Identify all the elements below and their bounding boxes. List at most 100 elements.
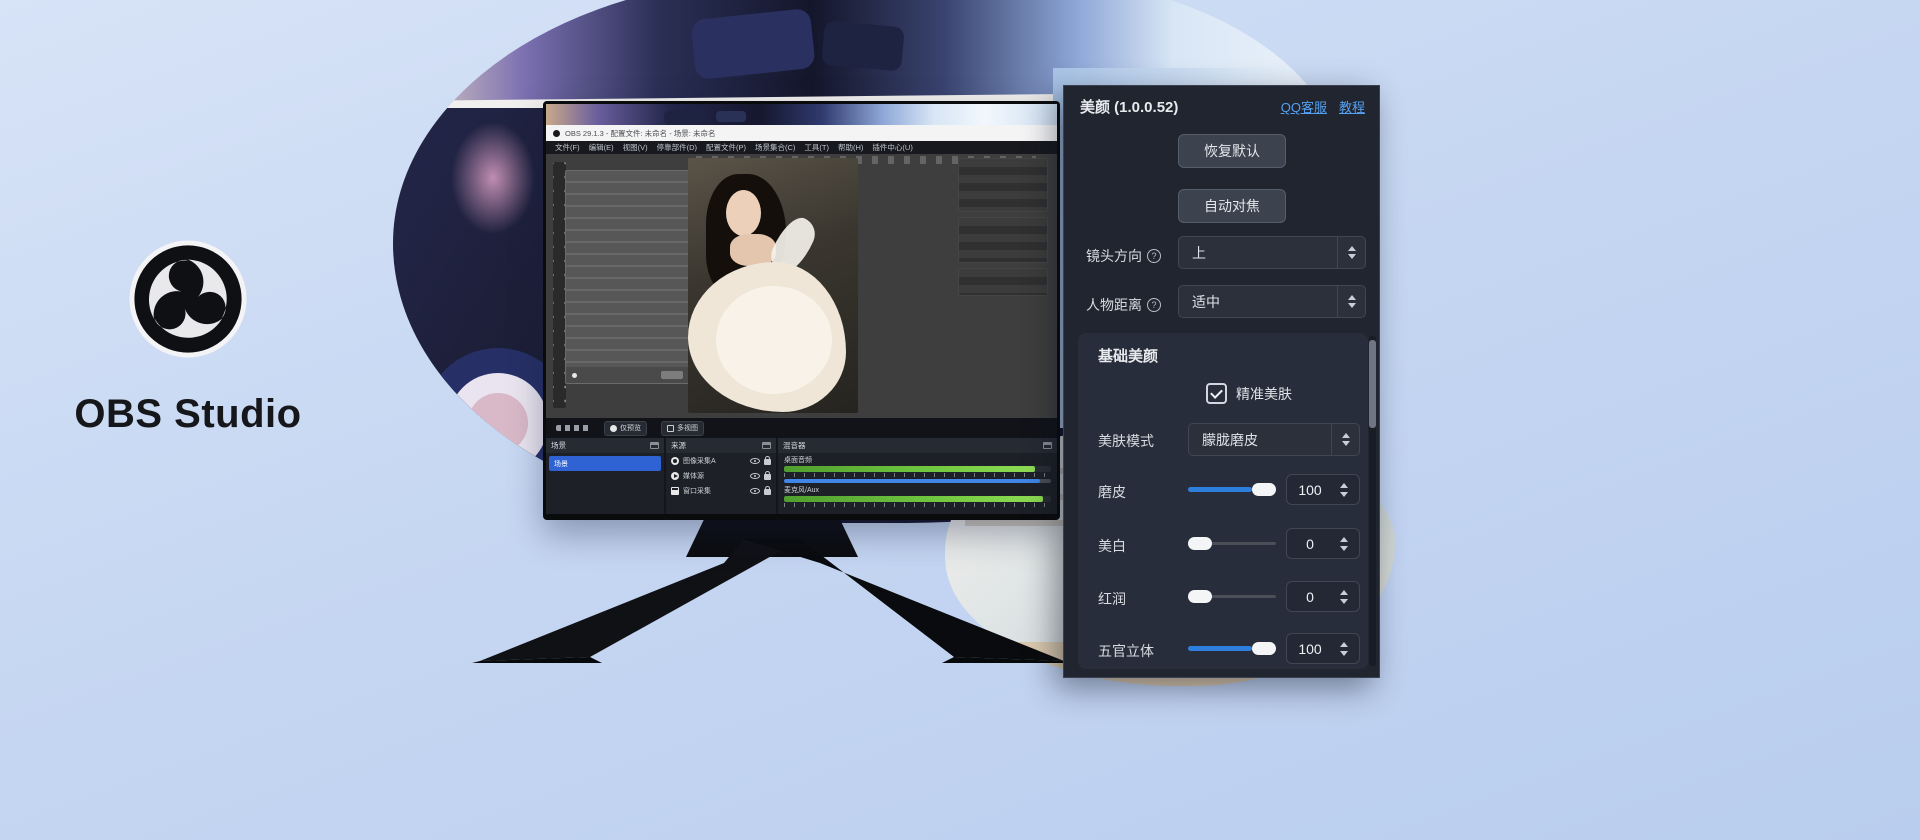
- menu-help[interactable]: 帮助(H): [838, 142, 863, 153]
- whitening-slider[interactable]: [1188, 537, 1276, 550]
- editor-panel[interactable]: [958, 158, 1048, 212]
- source-item[interactable]: 图像采集A: [666, 453, 776, 468]
- basic-beauty-section: 基础美颜 精准美肤 美肤模式 朦胧磨皮 磨皮 100 美白 0 红润: [1078, 333, 1368, 669]
- obs-brand-name: OBS Studio: [48, 392, 328, 437]
- smooth-skin-value-box[interactable]: 100: [1286, 474, 1360, 505]
- chip-label: 仅预览: [620, 423, 641, 433]
- preview-only-toggle[interactable]: 仅预览: [604, 421, 647, 436]
- visibility-eye-icon[interactable]: [750, 473, 760, 479]
- person-distance-select[interactable]: 适中: [1178, 285, 1366, 318]
- face-3d-value-box[interactable]: 100: [1286, 633, 1360, 664]
- stepper-down-icon[interactable]: [1340, 651, 1348, 656]
- stepper-up-icon[interactable]: [1340, 642, 1348, 647]
- chip-label: 多视图: [677, 423, 698, 433]
- smooth-skin-value: 100: [1287, 482, 1333, 498]
- obs-branding: OBS Studio: [48, 240, 328, 450]
- source-name: 窗口采集: [683, 486, 746, 496]
- skin-mode-value: 朦胧磨皮: [1189, 430, 1331, 450]
- whitening-value-box[interactable]: 0: [1286, 528, 1360, 559]
- monitor-stand: [462, 511, 1082, 663]
- source-name: 图像采集A: [683, 456, 746, 466]
- volume-slider[interactable]: [784, 479, 1051, 483]
- restore-defaults-button[interactable]: 恢复默认: [1178, 134, 1286, 168]
- rosy-slider[interactable]: [1188, 590, 1276, 603]
- basic-beauty-title: 基础美颜: [1098, 345, 1158, 366]
- tutorial-link[interactable]: 教程: [1339, 97, 1365, 116]
- scrollbar-thumb[interactable]: [1369, 340, 1376, 428]
- chevron-up-icon[interactable]: [1348, 295, 1356, 300]
- face-3d-slider[interactable]: [1188, 642, 1276, 655]
- precise-skin-checkbox[interactable]: [1206, 383, 1227, 404]
- number-stepper[interactable]: [1333, 483, 1359, 497]
- editor-panel[interactable]: [958, 268, 1048, 296]
- source-item[interactable]: 窗口采集: [666, 483, 776, 498]
- panel-options-icon[interactable]: [762, 442, 771, 449]
- stepper-up-icon[interactable]: [1340, 537, 1348, 542]
- preview-icon: [610, 425, 617, 432]
- help-icon[interactable]: ?: [1147, 298, 1161, 312]
- slider-handle[interactable]: [1188, 590, 1212, 603]
- person-distance-value: 适中: [1179, 292, 1337, 312]
- chevron-down-icon[interactable]: [1348, 254, 1356, 259]
- panel-scrollbar[interactable]: [1369, 336, 1376, 666]
- panel-options-icon[interactable]: [1043, 442, 1052, 449]
- slider-handle[interactable]: [1252, 642, 1276, 655]
- visibility-eye-icon[interactable]: [750, 488, 760, 494]
- stepper-up-icon[interactable]: [1340, 483, 1348, 488]
- skin-mode-select[interactable]: 朦胧磨皮: [1188, 423, 1360, 456]
- preview-control-dots[interactable]: [556, 425, 590, 431]
- menu-edit[interactable]: 编辑(E): [589, 142, 614, 153]
- lock-icon[interactable]: [764, 459, 771, 465]
- visibility-eye-icon[interactable]: [750, 458, 760, 464]
- source-item[interactable]: 媒体源: [666, 468, 776, 483]
- menu-view[interactable]: 视图(V): [623, 142, 648, 153]
- mixer-title: 混音器: [783, 440, 806, 451]
- menu-profile[interactable]: 配置文件(P): [706, 142, 746, 153]
- precise-skin-checkbox-row[interactable]: 精准美肤: [1206, 383, 1292, 404]
- menu-scene-collection[interactable]: 场景集合(C): [755, 142, 795, 153]
- precise-skin-label: 精准美肤: [1236, 384, 1292, 404]
- autofocus-button[interactable]: 自动对焦: [1178, 189, 1286, 223]
- camera-direction-select[interactable]: 上: [1178, 236, 1366, 269]
- number-stepper[interactable]: [1333, 642, 1359, 656]
- help-icon[interactable]: ?: [1147, 249, 1161, 263]
- slider-handle[interactable]: [1188, 537, 1212, 550]
- menu-docks[interactable]: 停靠部件(D): [657, 142, 697, 153]
- editor-layers-dialog[interactable]: [565, 170, 690, 384]
- chevron-down-icon[interactable]: [1348, 303, 1356, 308]
- lock-icon[interactable]: [764, 489, 771, 495]
- qq-support-link[interactable]: QQ客服: [1281, 97, 1327, 116]
- editor-panel[interactable]: [958, 217, 1048, 263]
- number-stepper[interactable]: [1333, 537, 1359, 551]
- menu-file[interactable]: 文件(F): [555, 142, 580, 153]
- multiview-toggle[interactable]: 多视图: [661, 421, 704, 436]
- beauty-panel-title: 美颜 (1.0.0.52): [1080, 96, 1178, 117]
- menu-tools[interactable]: 工具(T): [804, 142, 829, 153]
- obs-menubar: 文件(F) 编辑(E) 视图(V) 停靠部件(D) 配置文件(P) 场景集合(C…: [546, 141, 1057, 154]
- lock-icon[interactable]: [764, 474, 771, 480]
- face-3d-label: 五官立体: [1098, 641, 1154, 661]
- chevron-down-icon[interactable]: [1342, 441, 1350, 446]
- rosy-label: 红润: [1098, 589, 1126, 609]
- slider-handle[interactable]: [1252, 483, 1276, 496]
- menu-plugin-center[interactable]: 插件中心(U): [872, 142, 912, 153]
- scene-item-selected[interactable]: 场景: [549, 456, 661, 471]
- select-spinner[interactable]: [1331, 424, 1359, 455]
- stepper-down-icon[interactable]: [1340, 599, 1348, 604]
- rosy-value-box[interactable]: 0: [1286, 581, 1360, 612]
- chevron-up-icon[interactable]: [1348, 246, 1356, 251]
- stepper-up-icon[interactable]: [1340, 590, 1348, 595]
- audio-mixer-panel: 混音器 桌面音频 麦克风/Aux: [778, 438, 1057, 514]
- beauty-filter-panel: 美颜 (1.0.0.52) QQ客服 教程 恢复默认 自动对焦 镜头方向 ? 上…: [1063, 85, 1380, 678]
- stepper-down-icon[interactable]: [1340, 546, 1348, 551]
- number-stepper[interactable]: [1333, 590, 1359, 604]
- dialog-button[interactable]: [661, 371, 683, 379]
- chevron-up-icon[interactable]: [1342, 433, 1350, 438]
- select-spinner[interactable]: [1337, 237, 1365, 268]
- select-spinner[interactable]: [1337, 286, 1365, 317]
- smooth-skin-slider[interactable]: [1188, 483, 1276, 496]
- panel-options-icon[interactable]: [650, 442, 659, 449]
- stepper-down-icon[interactable]: [1340, 492, 1348, 497]
- obs-window-titlebar[interactable]: OBS 29.1.3 - 配置文件: 未命名 - 场景: 未命名: [546, 125, 1057, 141]
- smooth-skin-label: 磨皮: [1098, 482, 1126, 502]
